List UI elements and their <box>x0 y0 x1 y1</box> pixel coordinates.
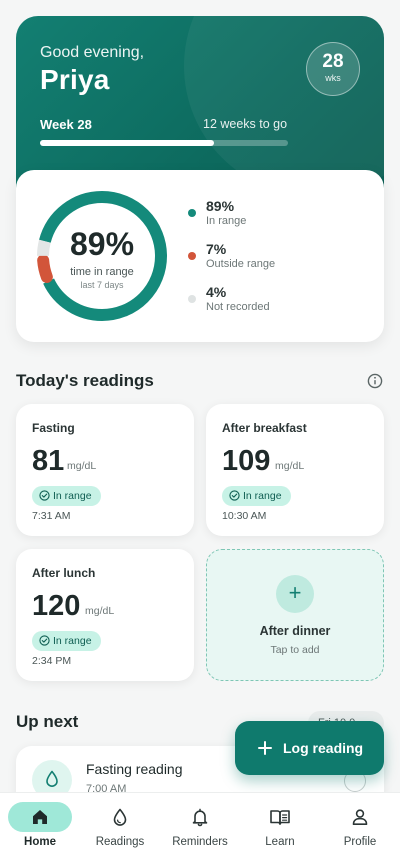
time-in-range-card[interactable]: 89% time in range last 7 days 89% In ran… <box>16 170 384 342</box>
status-badge-label: In range <box>53 635 92 647</box>
reading-value: 120 <box>32 590 81 622</box>
reading-card-fasting[interactable]: Fasting 81 mg/dL In range 7:31 AM <box>16 404 194 536</box>
legend-dot <box>188 209 196 217</box>
check-circle-icon <box>229 490 240 501</box>
nav-item-profile[interactable]: Profile <box>320 793 400 860</box>
status-badge: In range <box>32 486 101 506</box>
legend-label: Not recorded <box>206 301 270 313</box>
status-badge: In range <box>32 631 101 651</box>
reading-unit: mg/dL <box>85 605 115 617</box>
weeks-to-go-label: 12 weeks to go <box>203 117 288 131</box>
reading-card-after-breakfast[interactable]: After breakfast 109 mg/dL In range 10:30… <box>206 404 384 536</box>
legend-dot <box>188 252 196 260</box>
legend-label: In range <box>206 215 247 227</box>
legend-item-outside-range: 7% Outside range <box>188 241 275 284</box>
current-week-label: Week 28 <box>40 117 92 132</box>
legend-item-in-range: 89% In range <box>188 198 275 241</box>
up-next-title: Up next <box>16 712 79 731</box>
ring-label: time in range <box>70 266 134 278</box>
add-reading-card-after-dinner[interactable]: + After dinner Tap to add <box>206 549 384 681</box>
nav-item-readings[interactable]: Readings <box>80 793 160 860</box>
legend-value: 7% <box>206 241 227 257</box>
plus-icon <box>258 741 272 755</box>
log-reading-button[interactable]: Log reading <box>235 721 384 775</box>
add-reading-title: After dinner <box>259 624 331 638</box>
ring-legend: 89% In range 7% Outside range 4% Not rec… <box>188 198 275 327</box>
ring-percent: 89% <box>69 226 135 262</box>
ring-sublabel: last 7 days <box>80 280 124 290</box>
drop-icon <box>88 802 152 832</box>
book-icon <box>248 802 312 832</box>
legend-value: 4% <box>206 284 227 300</box>
legend-dot <box>188 295 196 303</box>
legend-item-not-recorded: 4% Not recorded <box>188 284 275 327</box>
bell-icon <box>168 802 232 832</box>
person-icon <box>328 802 392 832</box>
weeks-badge-unit: wks <box>325 73 341 83</box>
nav-label: Learn <box>265 836 295 848</box>
legend-value: 89% <box>206 198 235 214</box>
log-reading-label: Log reading <box>283 740 364 756</box>
nav-label: Home <box>24 836 56 848</box>
reading-title: Fasting <box>32 421 75 435</box>
legend-label: Outside range <box>206 258 276 270</box>
home-icon <box>8 802 72 832</box>
check-circle-icon <box>39 635 50 646</box>
add-reading-subtitle: Tap to add <box>270 644 320 656</box>
reading-time: 2:34 PM <box>32 655 72 667</box>
reading-title: After breakfast <box>222 421 307 435</box>
nav-item-learn[interactable]: Learn <box>240 793 320 860</box>
plus-icon: + <box>276 575 314 613</box>
reading-title: After lunch <box>32 566 96 580</box>
weeks-badge: 28 wks <box>306 42 360 96</box>
nav-item-home[interactable]: Home <box>0 793 80 860</box>
ring-center: 89% time in range last 7 days <box>34 188 170 324</box>
greeting-text: Good evening, <box>40 44 145 61</box>
check-circle-icon <box>39 490 50 501</box>
pregnancy-progress-fill <box>40 140 214 146</box>
info-icon[interactable] <box>367 373 383 389</box>
reading-value: 81 <box>32 445 65 477</box>
user-name: Priya <box>40 64 110 95</box>
bottom-navigation: Home Readings Reminders Learn Profile <box>0 792 400 860</box>
reading-unit: mg/dL <box>67 460 97 472</box>
reading-card-after-lunch[interactable]: After lunch 120 mg/dL In range 2:34 PM <box>16 549 194 681</box>
pregnancy-progress-bar <box>40 140 288 146</box>
nav-label: Profile <box>343 836 377 848</box>
nav-label: Readings <box>95 836 145 848</box>
todays-readings-title: Today's readings <box>16 371 154 390</box>
status-badge-label: In range <box>53 490 92 502</box>
reading-unit: mg/dL <box>275 460 305 472</box>
nav-label: Reminders <box>172 836 228 848</box>
reading-time: 7:31 AM <box>32 510 71 522</box>
weeks-badge-value: 28 <box>322 51 344 72</box>
status-badge-label: In range <box>243 490 282 502</box>
status-badge: In range <box>222 486 291 506</box>
reading-value: 109 <box>222 445 271 477</box>
up-next-item-title: Fasting reading <box>86 761 183 777</box>
nav-item-reminders[interactable]: Reminders <box>160 793 240 860</box>
reading-time: 10:30 AM <box>222 510 267 522</box>
